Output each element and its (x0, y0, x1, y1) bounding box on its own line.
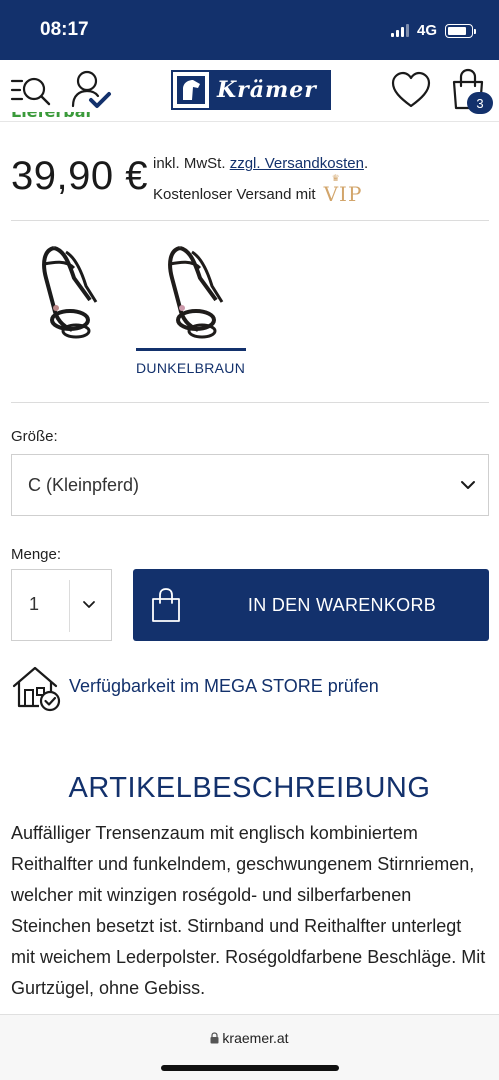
url-text: kraemer.at (222, 1030, 289, 1046)
menu-search-icon[interactable] (10, 74, 52, 108)
store-check-icon (12, 666, 61, 712)
quantity-select[interactable]: 1 (11, 569, 112, 641)
free-shipping-info: Kostenloser Versand mit ♛ VIP (153, 174, 363, 206)
crown-icon: ♛ (331, 174, 341, 184)
shipping-costs-link[interactable]: zzgl. Versandkosten (230, 155, 364, 172)
variant-thumbnail-dunkelbraun[interactable] (136, 238, 246, 348)
add-to-cart-button[interactable]: IN DEN WARENKORB (133, 569, 489, 641)
description-text: Auffälliger Trensenzaum mit englisch kom… (11, 823, 486, 998)
size-select[interactable]: C (Kleinpferd) (11, 454, 489, 516)
status-indicators: 4G (390, 22, 476, 39)
battery-icon (445, 23, 476, 38)
divider (11, 402, 489, 403)
variant-thumbnail-black[interactable] (14, 238, 124, 348)
account-check-icon[interactable] (70, 68, 112, 112)
tax-suffix: . (363, 155, 369, 172)
home-indicator[interactable] (161, 1065, 339, 1071)
tax-prefix: inkl. MwSt. (153, 155, 230, 172)
quantity-separator (69, 580, 70, 632)
horse-head-icon (173, 72, 209, 108)
divider (11, 220, 489, 221)
vip-badge[interactable]: ♛ VIP (323, 174, 363, 206)
signal-icon (390, 24, 409, 37)
size-label: Größe: (11, 428, 58, 445)
product-price: 39,90 € (11, 154, 148, 198)
logo-text: Krämer (217, 77, 317, 103)
status-time: 08:17 (40, 19, 89, 40)
status-bar: 08:17 4G (0, 0, 499, 60)
kraemer-logo[interactable]: Krämer (171, 70, 331, 110)
quantity-value: 1 (29, 594, 40, 614)
selected-variant-label: DUNKELBRAUN (136, 360, 246, 376)
store-availability-link[interactable]: Verfügbarkeit im MEGA STORE prüfen (11, 664, 379, 712)
lock-icon (210, 1032, 219, 1044)
store-availability-label: Verfügbarkeit im MEGA STORE prüfen (69, 676, 379, 696)
size-selected-value: C (Kleinpferd) (28, 474, 140, 495)
bridle-image (168, 246, 224, 339)
cart-count-badge: 3 (467, 92, 493, 114)
wishlist-heart-icon[interactable] (390, 70, 432, 110)
free-shipping-text: Kostenloser Versand mit (153, 185, 316, 203)
bridle-image (42, 246, 98, 339)
chevron-down-icon (461, 481, 475, 489)
description-heading: ARTIKELBESCHREIBUNG (68, 772, 431, 804)
selected-variant-indicator (136, 348, 246, 351)
chevron-down-icon (83, 601, 95, 608)
add-to-cart-label: IN DEN WARENKORB (247, 595, 437, 615)
url-display[interactable]: kraemer.at (0, 1030, 499, 1046)
vip-label: VIP (323, 182, 363, 206)
browser-address-bar[interactable]: kraemer.at (0, 1014, 499, 1080)
network-label: 4G (416, 22, 437, 39)
tax-info: inkl. MwSt. zzgl. Versandkosten. (153, 155, 368, 172)
availability-status: Lieferbar (11, 112, 93, 124)
quantity-label: Menge: (11, 546, 62, 563)
